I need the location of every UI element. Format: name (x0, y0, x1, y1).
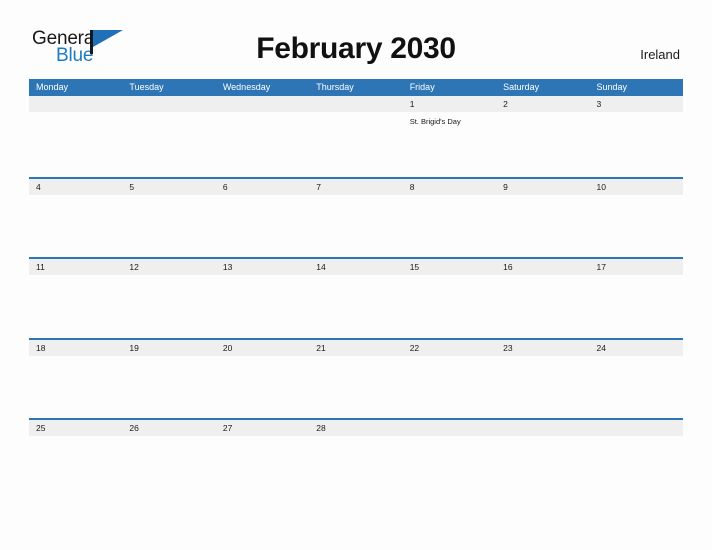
week-row: 1 2 3 St. Brigid's Day (29, 96, 683, 177)
day-number[interactable]: 11 (29, 259, 122, 275)
day-event (403, 275, 496, 337)
day-number[interactable]: 23 (496, 340, 589, 356)
day-number[interactable] (403, 420, 496, 436)
country-label: Ireland (640, 47, 680, 62)
day-event (309, 436, 402, 498)
day-event (590, 112, 683, 174)
day-event (29, 356, 122, 418)
day-event (590, 436, 683, 498)
weekday-header-monday: Monday (36, 82, 69, 92)
weekday-header-sunday: Sunday (596, 82, 628, 92)
day-event (29, 112, 122, 174)
day-number[interactable]: 1 (403, 96, 496, 112)
day-event (496, 356, 589, 418)
day-number[interactable] (590, 420, 683, 436)
weekday-header-tuesday: Tuesday (129, 82, 164, 92)
day-event (216, 356, 309, 418)
page-title: February 2030 (256, 32, 456, 65)
calendar-page: General Blue February 2030 Ireland Monda… (0, 0, 712, 550)
day-number[interactable]: 15 (403, 259, 496, 275)
day-event (216, 195, 309, 257)
day-number[interactable]: 18 (29, 340, 122, 356)
week-event-band (29, 194, 683, 257)
day-event (590, 275, 683, 337)
day-event (216, 112, 309, 174)
day-event (216, 275, 309, 337)
day-event (29, 195, 122, 257)
day-event (496, 112, 589, 174)
week-date-band: 25 26 27 28 (29, 420, 683, 437)
day-event (309, 275, 402, 337)
day-event (403, 195, 496, 257)
day-number[interactable] (309, 96, 402, 112)
day-event: St. Brigid's Day (409, 117, 461, 126)
page-header: General Blue February 2030 Ireland (0, 0, 712, 78)
day-event (122, 112, 215, 174)
day-number[interactable]: 14 (309, 259, 402, 275)
calendar-grid: Monday Tuesday Wednesday Thursday Friday… (29, 79, 683, 499)
day-number[interactable]: 2 (496, 96, 589, 112)
week-row: 4 5 6 7 8 9 10 (29, 176, 683, 258)
day-number[interactable]: 19 (122, 340, 215, 356)
day-number[interactable]: 6 (216, 179, 309, 195)
day-number[interactable]: 16 (496, 259, 589, 275)
day-number[interactable]: 17 (590, 259, 683, 275)
day-number[interactable]: 20 (216, 340, 309, 356)
weekday-header-wednesday: Wednesday (222, 82, 271, 92)
day-event (496, 436, 589, 498)
day-event (309, 356, 402, 418)
week-date-band: 4 5 6 7 8 9 10 (29, 178, 683, 195)
day-event (122, 195, 215, 257)
day-number[interactable]: 3 (590, 96, 683, 112)
day-event (122, 436, 215, 498)
day-event (122, 356, 215, 418)
week-row: 25 26 27 28 (29, 418, 683, 499)
day-event (216, 436, 309, 498)
week-event-band (29, 355, 683, 418)
day-number[interactable]: 13 (216, 259, 309, 275)
day-event (590, 195, 683, 257)
day-number[interactable]: 25 (29, 420, 122, 436)
week-event-band (29, 275, 683, 338)
day-event (29, 275, 122, 337)
day-number[interactable]: 8 (403, 179, 496, 195)
day-number[interactable]: 10 (590, 179, 683, 195)
week-row: 11 12 13 14 15 16 17 (29, 257, 683, 338)
weekday-header-saturday: Saturday (503, 82, 540, 92)
week-event-band: St. Brigid's Day (29, 112, 683, 174)
week-date-band: 11 12 13 14 15 16 17 (29, 259, 683, 276)
week-date-band: 1 2 3 (29, 96, 683, 112)
day-number[interactable]: 7 (309, 179, 402, 195)
weekday-header-row: Monday Tuesday Wednesday Thursday Friday… (29, 79, 683, 96)
day-event (122, 275, 215, 337)
week-event-band (29, 436, 683, 499)
day-number[interactable]: 22 (403, 340, 496, 356)
day-event (309, 195, 402, 257)
week-date-band: 18 19 20 21 22 23 24 (29, 339, 683, 356)
day-number[interactable]: 5 (122, 179, 215, 195)
day-event (403, 356, 496, 418)
day-number[interactable] (216, 96, 309, 112)
day-number[interactable]: 26 (122, 420, 215, 436)
day-number[interactable] (29, 96, 122, 112)
weekday-header-friday: Friday (409, 82, 435, 92)
day-event (496, 275, 589, 337)
day-event (403, 436, 496, 498)
day-number[interactable]: 24 (590, 340, 683, 356)
day-number[interactable]: 9 (496, 179, 589, 195)
day-event (309, 112, 402, 174)
day-number[interactable] (496, 420, 589, 436)
day-event (590, 356, 683, 418)
day-number[interactable]: 28 (309, 420, 402, 436)
day-event (496, 195, 589, 257)
day-number[interactable]: 4 (29, 179, 122, 195)
day-number[interactable]: 12 (122, 259, 215, 275)
day-number[interactable]: 27 (216, 420, 309, 436)
weekday-header-thursday: Thursday (316, 82, 354, 92)
day-number[interactable] (122, 96, 215, 112)
day-event (29, 436, 122, 498)
day-number[interactable]: 21 (309, 340, 402, 356)
week-row: 18 19 20 21 22 23 24 (29, 337, 683, 419)
